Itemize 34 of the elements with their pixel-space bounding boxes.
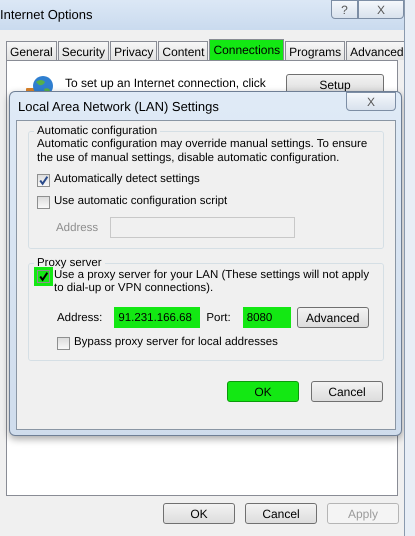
field-label: Address [56,222,100,234]
tab[interactable]: Security [58,41,110,60]
close-button[interactable]: X [346,92,396,111]
tab[interactable]: Connections [209,39,284,60]
port-field[interactable]: 8080 [242,307,291,328]
tab[interactable]: Content [158,41,208,60]
tab[interactable]: Programs [285,41,346,60]
close-button[interactable]: X [358,0,404,19]
advanced-button[interactable]: Advanced [296,307,369,328]
dialog-button[interactable]: OK [227,381,299,402]
group-title: Automatic configuration [36,125,158,137]
field-label: Port: [206,312,231,324]
address-field[interactable]: 91.231.166.68 [114,307,200,328]
checkbox[interactable] [37,174,50,187]
window-title: Internet Options [0,7,92,22]
help-button[interactable]: ? [331,0,358,19]
dialog-button[interactable]: OK [163,503,235,524]
group-title: Proxy server [36,257,103,269]
checkbox-label: Automatically detect settings [54,173,200,185]
dialog-title: Local Area Network (LAN) Settings [18,99,219,114]
description-text: Automatic configuration may override manual settings. To ensure the use of manual settings, disable automatic configuration. [37,137,368,165]
dialog-button[interactable]: Cancel [311,381,383,402]
checkbox-label: Bypass proxy server for local addresses [74,336,278,348]
checkbox[interactable] [37,196,50,209]
checkbox-label: Use automatic configuration script [54,195,228,207]
tab[interactable]: General [6,41,57,60]
field-label: Address: [57,312,102,324]
checkbox[interactable] [57,337,70,350]
tab[interactable]: Privacy [110,41,158,60]
dialog-button[interactable]: Cancel [245,503,317,524]
checkbox[interactable] [37,270,50,283]
tab[interactable]: Advanced [346,41,404,60]
intro-text: To set up an Internet connection, click [65,76,267,90]
checkbox-label: Use a proxy server for your LAN (These settings will not apply to dial-up or VPN connections). [54,269,370,295]
